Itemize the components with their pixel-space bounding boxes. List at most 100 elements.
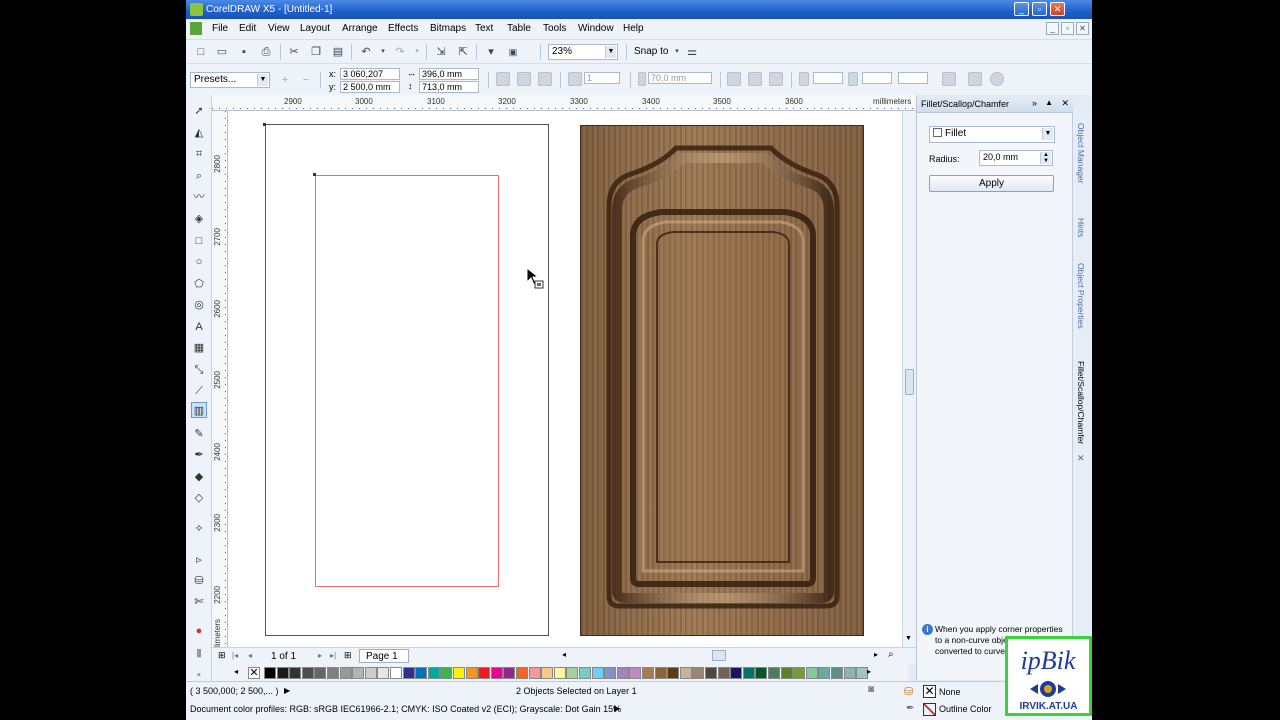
radius-field[interactable]: 20,0 mm ▲ ▼ — [979, 150, 1053, 166]
doc-restore-button[interactable]: ▫ — [1061, 22, 1074, 35]
new-icon[interactable]: □ — [194, 45, 208, 59]
copy-icon[interactable]: ❐ — [309, 45, 323, 59]
selected-rectangle[interactable] — [315, 175, 499, 587]
vertical-scrollbar[interactable]: ▼ — [902, 111, 916, 647]
color-swatch[interactable] — [705, 667, 717, 679]
print-icon[interactable]: ⎙ — [259, 45, 273, 59]
no-color-swatch[interactable]: ✕ — [248, 667, 260, 679]
y-position-field[interactable]: 2 500,0 mm — [340, 81, 400, 93]
vertical-ruler[interactable]: 2800 2700 2600 2500 2400 2300 2200 milli… — [212, 111, 228, 657]
rotation-icon[interactable] — [568, 72, 582, 86]
first-page-icon[interactable]: |◂ — [232, 651, 238, 660]
add-page-after-icon[interactable]: ⊞ — [344, 650, 352, 661]
color-swatch[interactable] — [805, 667, 818, 679]
tab-hints[interactable]: Hints — [1076, 218, 1086, 237]
x-position-field[interactable]: 3 060,207 mm — [340, 68, 400, 90]
snap-to-dropdown[interactable]: Snap to — [634, 46, 668, 57]
operation-dropdown[interactable]: Fillet ▼ — [929, 126, 1055, 143]
color-swatch[interactable] — [465, 667, 478, 679]
welcome-screen-icon[interactable]: ▣ — [506, 45, 520, 59]
menu-effects[interactable]: Effects — [388, 23, 418, 34]
color-swatch[interactable] — [490, 667, 503, 679]
ellipse-tool-icon[interactable]: ○ — [191, 254, 207, 270]
color-swatch[interactable] — [831, 667, 843, 679]
spin-icon[interactable]: ▲ ▼ — [1040, 152, 1051, 164]
fill-icon[interactable] — [848, 72, 858, 86]
tab-close-icon[interactable]: ✕ — [1077, 453, 1085, 464]
options-icon[interactable]: ⚌ — [685, 45, 699, 59]
color-swatch[interactable] — [503, 667, 516, 679]
page-tab[interactable]: Page 1 — [359, 649, 409, 663]
align-icon[interactable] — [496, 72, 510, 86]
presets-combo[interactable]: Presets... ▼ — [190, 72, 270, 88]
snap-chevron-icon[interactable]: ▾ — [670, 45, 684, 59]
export-icon[interactable]: ⇱ — [456, 45, 470, 59]
color-swatch[interactable] — [843, 667, 856, 679]
horizontal-ruler[interactable]: 2900 3000 3100 3200 3300 3400 3500 3600 … — [212, 95, 916, 111]
paste-icon[interactable]: ▤ — [331, 45, 345, 59]
apply-button[interactable]: Apply — [929, 175, 1054, 192]
color-swatch[interactable] — [339, 667, 352, 679]
crop-tool-icon[interactable]: ⌗ — [191, 146, 207, 162]
to-front-icon[interactable] — [990, 72, 1004, 86]
height-field[interactable]: 713,0 mm — [419, 81, 479, 93]
group-icon[interactable] — [538, 72, 552, 86]
wrap-text-icon[interactable] — [968, 72, 982, 86]
round-corner-icon[interactable] — [727, 72, 741, 86]
add-preset-icon[interactable]: + — [278, 73, 292, 87]
color-swatch[interactable] — [352, 667, 365, 679]
corner-radius-field[interactable]: 70,0 mm — [648, 72, 712, 84]
color-swatch[interactable] — [667, 667, 680, 679]
tab-object-properties[interactable]: Object Properties — [1076, 263, 1086, 329]
menu-view[interactable]: View — [268, 23, 290, 34]
color-swatch[interactable] — [755, 667, 768, 679]
pick-tool-icon[interactable]: ➚ — [191, 103, 207, 119]
add-page-icon[interactable]: ⊞ — [218, 650, 226, 661]
cabinet-door-image[interactable] — [580, 125, 864, 636]
paint-bucket-icon[interactable]: ⛁ — [191, 573, 207, 589]
menu-arrange[interactable]: Arrange — [342, 23, 378, 34]
expand-toolbox-icon[interactable]: ▹ — [191, 552, 207, 568]
smart-drawing-tool-icon[interactable]: ✧ — [191, 521, 207, 537]
color-swatch[interactable] — [793, 667, 806, 679]
redo-dropdown-icon[interactable]: ▾ — [410, 45, 424, 59]
open-icon[interactable]: ▭ — [215, 45, 229, 59]
last-page-icon[interactable]: ▸| — [330, 651, 336, 660]
chamfer-corner-icon[interactable] — [769, 72, 783, 86]
collapse-icon[interactable]: ▲ — [1045, 98, 1053, 107]
color-swatch[interactable] — [768, 667, 780, 679]
scroll-left-icon[interactable]: ◂ — [562, 650, 566, 659]
fill-none-swatch[interactable]: ✕ — [923, 685, 936, 698]
color-swatch[interactable] — [591, 667, 604, 679]
undo-dropdown-icon[interactable]: ▾ — [376, 45, 390, 59]
corner-lock-icon[interactable] — [638, 72, 646, 86]
color-swatch[interactable] — [289, 667, 302, 679]
color-swatch[interactable] — [629, 667, 642, 679]
table-tool-icon[interactable]: ▦ — [191, 340, 207, 356]
close-button[interactable]: ✕ — [1050, 2, 1065, 16]
doc-close-button[interactable]: ✕ — [1076, 22, 1089, 35]
color-swatch[interactable] — [364, 667, 377, 679]
color-swatch[interactable] — [730, 667, 743, 679]
rectangle-tool-icon[interactable]: □ — [191, 233, 207, 249]
color-swatch[interactable] — [314, 667, 327, 679]
redo-icon[interactable]: ↷ — [393, 45, 407, 59]
color-swatch[interactable] — [642, 667, 654, 679]
freehand-tool-icon[interactable]: 〰 — [191, 189, 207, 205]
palette-scroll-left-icon[interactable]: ◂ — [234, 667, 238, 676]
tab-object-manager[interactable]: Object Manager — [1076, 123, 1086, 183]
eyedropper-tool-icon[interactable]: ✎ — [191, 426, 207, 442]
distribute-icon[interactable] — [517, 72, 531, 86]
color-swatch[interactable] — [390, 667, 402, 679]
color-swatch[interactable] — [264, 667, 276, 679]
width-field[interactable]: 396,0 mm — [419, 68, 479, 80]
polygon-tool-icon[interactable]: ⬠ — [191, 276, 207, 292]
knife-tool-icon[interactable]: ✄ — [191, 594, 207, 610]
drawing-canvas[interactable] — [228, 111, 902, 647]
menu-edit[interactable]: Edit — [239, 23, 256, 34]
color-swatch[interactable] — [553, 667, 566, 679]
zoom-levels-combo[interactable]: 23% ▼ — [548, 44, 618, 60]
tab-fillet-scallop-chamfer[interactable]: Fillet/Scallop/Chamfer — [1076, 361, 1086, 444]
menu-help[interactable]: Help — [623, 23, 644, 34]
fill-tool-icon[interactable]: ◆ — [191, 469, 207, 485]
